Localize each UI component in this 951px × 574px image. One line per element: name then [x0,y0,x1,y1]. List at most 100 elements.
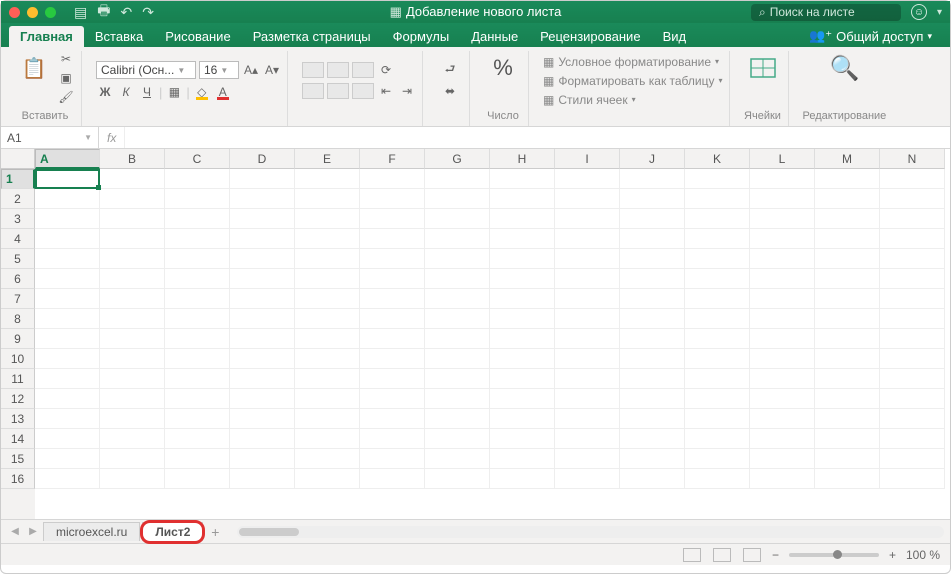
cell-B5[interactable] [100,249,165,269]
cell-A15[interactable] [35,449,100,469]
cell-H16[interactable] [490,469,555,489]
cell-F9[interactable] [360,329,425,349]
cell-L10[interactable] [750,349,815,369]
cell-M3[interactable] [815,209,880,229]
tab-draw[interactable]: Рисование [154,26,241,47]
cell-L7[interactable] [750,289,815,309]
row-header-12[interactable]: 12 [1,389,35,409]
cell-E11[interactable] [295,369,360,389]
cell-M10[interactable] [815,349,880,369]
cell-C5[interactable] [165,249,230,269]
cell-B2[interactable] [100,189,165,209]
tab-insert[interactable]: Вставка [84,26,154,47]
save-icon[interactable]: ▤ [74,4,87,21]
row-header-13[interactable]: 13 [1,409,35,429]
cell-D3[interactable] [230,209,295,229]
cell-H2[interactable] [490,189,555,209]
cell-N11[interactable] [880,369,945,389]
align-right-button[interactable] [352,83,374,99]
cell-E12[interactable] [295,389,360,409]
cell-K8[interactable] [685,309,750,329]
cell-E5[interactable] [295,249,360,269]
cell-M13[interactable] [815,409,880,429]
wrap-text-button[interactable]: ⮐ [437,62,463,78]
cell-I4[interactable] [555,229,620,249]
sheet-search-input[interactable]: ⌕ Поиск на листе [751,4,901,21]
cell-D7[interactable] [230,289,295,309]
column-header-I[interactable]: I [555,149,620,169]
name-box[interactable]: A1▼ [1,127,99,148]
cell-N6[interactable] [880,269,945,289]
cell-B6[interactable] [100,269,165,289]
cell-D4[interactable] [230,229,295,249]
fx-button[interactable]: fx [99,127,125,148]
bold-button[interactable]: Ж [96,84,114,100]
row-header-10[interactable]: 10 [1,349,35,369]
cell-A4[interactable] [35,229,100,249]
cell-N1[interactable] [880,169,945,189]
cell-D2[interactable] [230,189,295,209]
cell-F6[interactable] [360,269,425,289]
cell-C9[interactable] [165,329,230,349]
cell-G6[interactable] [425,269,490,289]
cell-A8[interactable] [35,309,100,329]
align-middle-button[interactable] [327,62,349,78]
cell-H1[interactable] [490,169,555,189]
cell-N3[interactable] [880,209,945,229]
cell-F15[interactable] [360,449,425,469]
cell-D8[interactable] [230,309,295,329]
horizontal-scrollbar[interactable] [237,526,944,538]
cell-D1[interactable] [230,169,295,189]
tab-review[interactable]: Рецензирование [529,26,651,47]
cell-A6[interactable] [35,269,100,289]
row-header-15[interactable]: 15 [1,449,35,469]
cell-H8[interactable] [490,309,555,329]
cell-N9[interactable] [880,329,945,349]
cell-D14[interactable] [230,429,295,449]
cell-A3[interactable] [35,209,100,229]
cell-F2[interactable] [360,189,425,209]
cell-B15[interactable] [100,449,165,469]
cell-I16[interactable] [555,469,620,489]
cell-F5[interactable] [360,249,425,269]
cell-I5[interactable] [555,249,620,269]
column-header-C[interactable]: C [165,149,230,169]
cell-D15[interactable] [230,449,295,469]
cell-A13[interactable] [35,409,100,429]
cell-C4[interactable] [165,229,230,249]
cell-G16[interactable] [425,469,490,489]
cell-K7[interactable] [685,289,750,309]
cell-M4[interactable] [815,229,880,249]
cell-C14[interactable] [165,429,230,449]
align-bottom-button[interactable] [352,62,374,78]
cell-G4[interactable] [425,229,490,249]
font-size-select[interactable]: 16▼ [199,61,239,79]
row-header-1[interactable]: 1 [1,169,35,189]
cell-J1[interactable] [620,169,685,189]
cell-E15[interactable] [295,449,360,469]
cell-M16[interactable] [815,469,880,489]
cell-C13[interactable] [165,409,230,429]
cell-N12[interactable] [880,389,945,409]
cell-K12[interactable] [685,389,750,409]
indent-decrease-button[interactable]: ⇤ [377,83,395,99]
row-header-2[interactable]: 2 [1,189,35,209]
cell-C10[interactable] [165,349,230,369]
cell-F8[interactable] [360,309,425,329]
cell-K16[interactable] [685,469,750,489]
cell-G3[interactable] [425,209,490,229]
cell-I14[interactable] [555,429,620,449]
cell-C3[interactable] [165,209,230,229]
column-header-L[interactable]: L [750,149,815,169]
cell-J7[interactable] [620,289,685,309]
cell-M15[interactable] [815,449,880,469]
undo-icon[interactable]: ↶ [120,4,132,21]
tab-data[interactable]: Данные [460,26,529,47]
cell-J9[interactable] [620,329,685,349]
cell-G13[interactable] [425,409,490,429]
row-header-8[interactable]: 8 [1,309,35,329]
minimize-window-button[interactable] [27,7,38,18]
tab-formulas[interactable]: Формулы [382,26,461,47]
select-all-corner[interactable] [1,149,35,169]
cell-J11[interactable] [620,369,685,389]
